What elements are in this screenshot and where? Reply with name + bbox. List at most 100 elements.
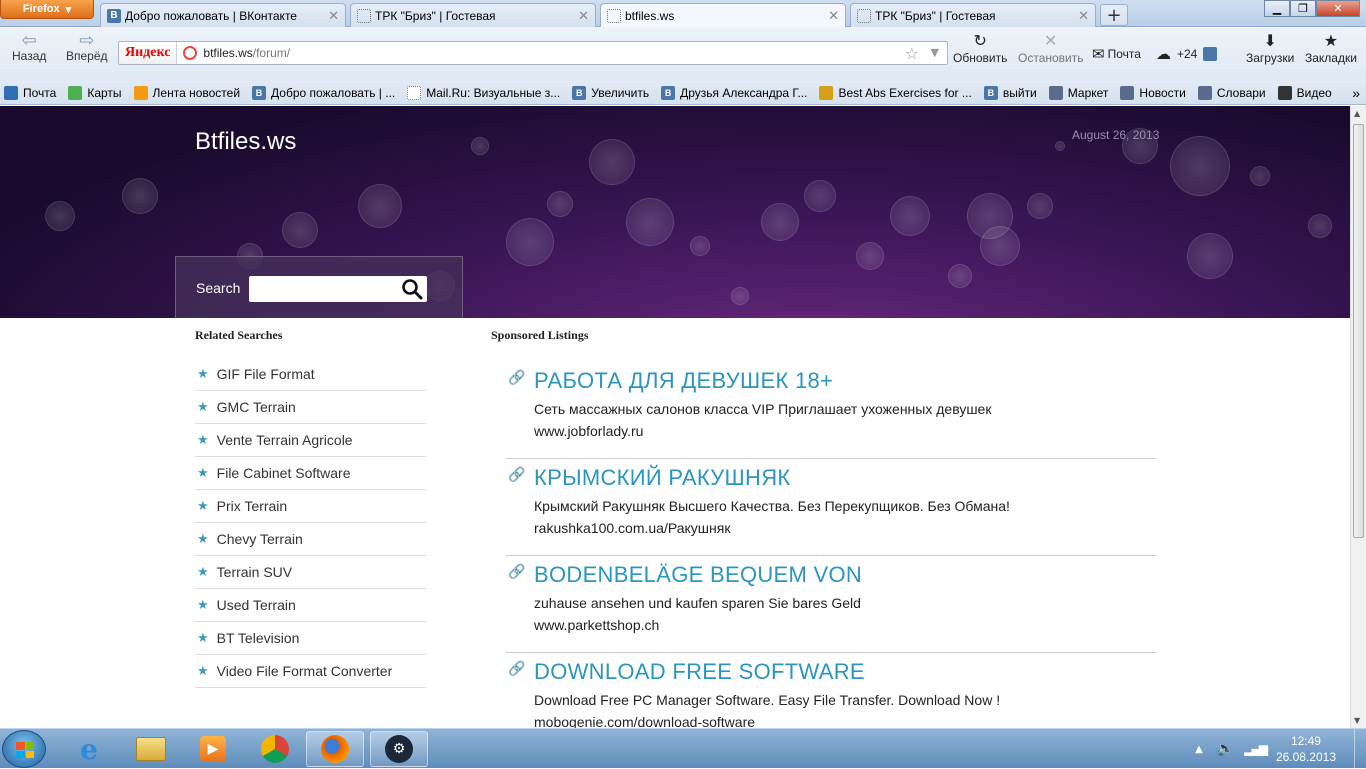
cloud-icon: ☁	[1156, 46, 1171, 63]
tab-briz-1[interactable]: ТРК "Бриз" | Гостевая ✕	[350, 3, 596, 27]
listing-description: zuhause ansehen und kaufen sparen Sie ba…	[534, 595, 861, 611]
related-search-item[interactable]: ★ Used Terrain	[195, 589, 426, 622]
star-icon: ★	[197, 432, 209, 447]
taskbar-steam[interactable]: ⚙	[370, 731, 428, 767]
bookmark-item[interactable]: Карты	[68, 85, 122, 100]
sponsored-listing: 🔗 РАБОТА ДЛЯ ДЕВУШЕК 18+ Сеть массажных са…	[506, 362, 1156, 459]
bookmark-item[interactable]: B Добро пожаловать | ...	[252, 85, 395, 100]
close-icon[interactable]: ✕	[328, 8, 339, 24]
firefox-icon	[321, 735, 349, 763]
bookmark-item[interactable]: Новости	[1120, 85, 1186, 100]
listing-url-link[interactable]: www.jobforlady.ru	[534, 423, 643, 439]
bookmark-item[interactable]: Маркет	[1048, 85, 1108, 100]
related-search-label: Vente Terrain Agricole	[216, 432, 353, 448]
bookmark-item[interactable]: Mail.Ru: Визуальные з...	[407, 85, 560, 100]
listing-url-link[interactable]: www.parkettshop.ch	[534, 617, 659, 633]
close-icon[interactable]: ✕	[1078, 8, 1089, 24]
close-icon[interactable]: ✕	[828, 8, 839, 24]
tab-title: btfiles.ws	[625, 9, 675, 23]
vertical-scrollbar[interactable]: ▲ ▼	[1350, 106, 1366, 728]
taskbar-firefox[interactable]	[306, 731, 364, 767]
related-search-item[interactable]: ★ Video File Format Converter	[195, 655, 426, 688]
scrollbar-thumb[interactable]	[1353, 124, 1364, 538]
bookmarks-button[interactable]: ★ Закладки	[1305, 33, 1357, 65]
mail-button[interactable]: ✉ Почта	[1092, 45, 1141, 63]
taskbar-chrome[interactable]	[246, 731, 304, 767]
related-search-item[interactable]: ★ File Cabinet Software	[195, 457, 426, 490]
taskbar-internet-explorer[interactable]: e	[60, 731, 118, 767]
bokeh-circle	[856, 242, 884, 270]
bokeh-circle	[1027, 193, 1053, 219]
bookmark-item[interactable]: Лента новостей	[133, 85, 241, 100]
maximize-button[interactable]: ❐	[1290, 0, 1316, 17]
url-text[interactable]: btfiles.ws/forum/	[203, 46, 290, 60]
scroll-down-arrow-icon[interactable]: ▼	[1354, 716, 1360, 725]
bookmark-item[interactable]: Bвыйти	[983, 85, 1037, 100]
listing-title-link[interactable]: РАБОТА ДЛЯ ДЕВУШЕК 18+	[534, 368, 833, 394]
tab-briz-2[interactable]: ТРК "Бриз" | Гостевая ✕	[850, 3, 1096, 27]
listing-title-link[interactable]: BODENBELÄGE BEQUEM VON	[534, 562, 862, 588]
close-icon[interactable]: ✕	[578, 8, 589, 24]
listing-url-link[interactable]: mobogenie.com/download-software	[534, 714, 755, 728]
listing-title-link[interactable]: DOWNLOAD FREE SOFTWARE	[534, 659, 865, 685]
clock-time: 12:49	[1290, 734, 1321, 748]
scroll-up-arrow-icon[interactable]: ▲	[1354, 109, 1360, 118]
navigation-toolbar: ⇦ Назад ⇨ Вперёд Яндекс btfiles.ws/forum…	[0, 27, 1366, 81]
network-signal-icon[interactable]: ▂▄▆	[1244, 742, 1268, 756]
firefox-menu-button[interactable]: Firefox ▾	[0, 0, 94, 19]
related-search-item[interactable]: ★ Vente Terrain Agricole	[195, 424, 426, 457]
new-tab-button[interactable]: +	[1100, 4, 1128, 26]
related-search-item[interactable]: ★ Prix Terrain	[195, 490, 426, 523]
bookmark-star-icon[interactable]: ☆	[905, 44, 919, 63]
close-window-button[interactable]: ✕	[1316, 0, 1360, 17]
tab-vkontakte[interactable]: B Добро пожаловать | ВКонтакте ✕	[100, 3, 346, 27]
bookmark-label: Словари	[1216, 85, 1266, 100]
listing-description: Download Free PC Manager Software. Easy …	[534, 692, 1001, 708]
site-title[interactable]: Btfiles.ws	[195, 128, 296, 156]
related-search-item[interactable]: ★ BT Television	[195, 622, 426, 655]
mail-icon	[4, 85, 18, 100]
bookmark-item[interactable]: Видео	[1277, 85, 1332, 100]
bookmarks-label: Закладки	[1305, 51, 1357, 65]
start-button[interactable]	[2, 730, 46, 768]
forward-button[interactable]: ⇨ Вперёд	[66, 31, 108, 63]
bookmark-item[interactable]: Почта	[4, 85, 56, 100]
bokeh-circle	[1170, 136, 1230, 196]
back-button[interactable]: ⇦ Назад	[12, 31, 46, 63]
system-clock[interactable]: 12:49 26.08.2013	[1276, 733, 1336, 765]
dropdown-arrow-icon[interactable]: ▼	[931, 46, 939, 59]
tab-btfiles[interactable]: btfiles.ws ✕	[600, 3, 846, 28]
minimize-button[interactable]: ▁	[1264, 0, 1290, 17]
site-identity-icon[interactable]	[183, 46, 198, 60]
related-search-item[interactable]: ★ Chevy Terrain	[195, 523, 426, 556]
addon-icon[interactable]	[1203, 47, 1218, 61]
stop-button[interactable]: ✕ Остановить	[1018, 33, 1084, 65]
file-explorer-icon	[136, 737, 166, 761]
taskbar-file-explorer[interactable]	[122, 731, 180, 767]
bokeh-circle	[804, 180, 836, 212]
show-desktop-button[interactable]	[1354, 729, 1366, 769]
taskbar-media-player[interactable]: ▶	[184, 731, 242, 767]
yandex-logo[interactable]: Яндекс	[119, 42, 178, 64]
listing-url-link[interactable]: rakushka100.com.ua/Ракушняк	[534, 520, 730, 536]
bookmarks-overflow-button[interactable]: »	[1352, 85, 1360, 101]
related-search-item[interactable]: ★ GIF File Format	[195, 358, 426, 391]
related-search-item[interactable]: ★ GMC Terrain	[195, 391, 426, 424]
address-bar[interactable]: Яндекс btfiles.ws/forum/ ☆ ▼	[118, 41, 948, 65]
related-search-item[interactable]: ★ Terrain SUV	[195, 556, 426, 589]
weather-button[interactable]: ☁ +24	[1156, 45, 1218, 63]
reload-button[interactable]: ↻ Обновить	[953, 33, 1007, 65]
bookmark-item[interactable]: Словари	[1197, 85, 1266, 100]
show-hidden-icons-icon[interactable]: ▲	[1195, 744, 1203, 755]
bokeh-circle	[506, 218, 554, 266]
header-date: August 26, 2013	[1072, 128, 1160, 142]
search-icon[interactable]	[400, 277, 424, 301]
bookmark-label: Лента новостей	[152, 85, 241, 100]
bookmark-item[interactable]: B Друзья Александра Г...	[661, 85, 807, 100]
downloads-button[interactable]: ⬇ Загрузки	[1246, 33, 1294, 65]
bookmark-item[interactable]: Best Abs Exercises for ...	[819, 85, 972, 100]
listing-title-link[interactable]: КРЫМСКИЙ РАКУШНЯК	[534, 465, 791, 491]
volume-icon[interactable]: 🔈	[1217, 741, 1234, 757]
sponsored-listing: 🔗 КРЫМСКИЙ РАКУШНЯК Крымский Ракушняк Высш…	[506, 459, 1156, 556]
bookmark-item[interactable]: B Увеличить	[572, 85, 649, 100]
